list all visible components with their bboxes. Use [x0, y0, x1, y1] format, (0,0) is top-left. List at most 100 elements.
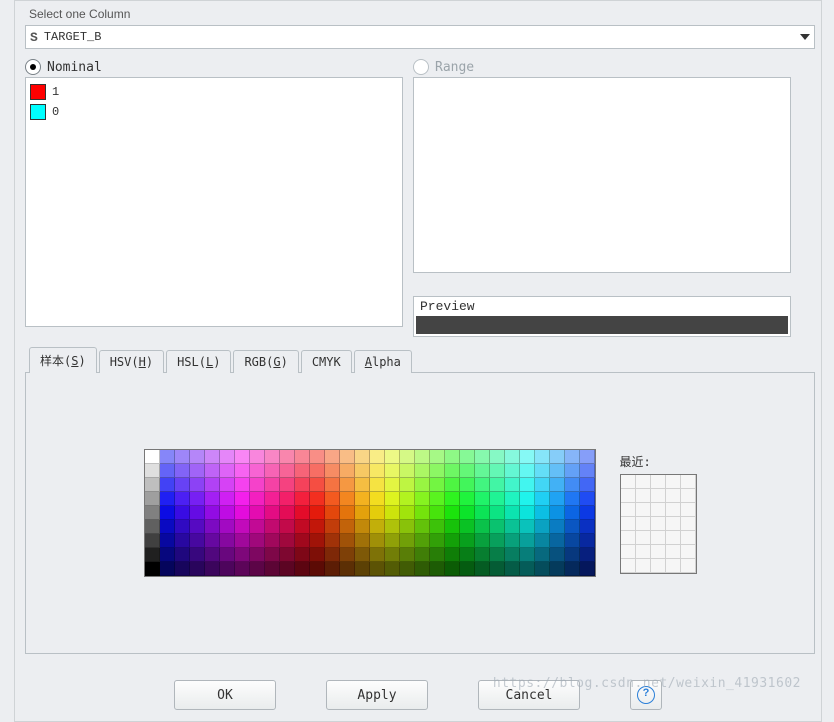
- swatch-cell[interactable]: [325, 562, 340, 576]
- swatch-cell[interactable]: [205, 492, 220, 506]
- swatch-cell[interactable]: [220, 548, 235, 562]
- swatch-cell[interactable]: [250, 534, 265, 548]
- swatch-cell[interactable]: [220, 464, 235, 478]
- swatch-cell[interactable]: [175, 450, 190, 464]
- swatch-cell[interactable]: [400, 534, 415, 548]
- swatch-cell[interactable]: [190, 478, 205, 492]
- swatch-cell[interactable]: [445, 450, 460, 464]
- swatch-cell[interactable]: [265, 478, 280, 492]
- swatch-cell[interactable]: [325, 548, 340, 562]
- swatch-cell[interactable]: [520, 506, 535, 520]
- swatch-cell[interactable]: [415, 492, 430, 506]
- swatch-cell[interactable]: [145, 562, 160, 576]
- swatch-cell[interactable]: [265, 492, 280, 506]
- swatch-cell[interactable]: [340, 478, 355, 492]
- swatch-cell[interactable]: [295, 534, 310, 548]
- swatch-cell[interactable]: [580, 450, 595, 464]
- swatch-cell[interactable]: [145, 464, 160, 478]
- swatch-cell[interactable]: [385, 506, 400, 520]
- swatch-cell[interactable]: [475, 450, 490, 464]
- swatch-cell[interactable]: [190, 534, 205, 548]
- recent-cell[interactable]: [666, 545, 681, 559]
- cancel-button[interactable]: Cancel: [478, 680, 580, 710]
- swatch-cell[interactable]: [460, 562, 475, 576]
- swatch-cell[interactable]: [400, 562, 415, 576]
- swatch-cell[interactable]: [565, 478, 580, 492]
- swatch-cell[interactable]: [385, 464, 400, 478]
- swatch-cell[interactable]: [415, 534, 430, 548]
- swatch-cell[interactable]: [280, 464, 295, 478]
- recent-cell[interactable]: [681, 517, 696, 531]
- tab-alpha[interactable]: Alpha: [354, 350, 412, 373]
- swatch-cell[interactable]: [385, 478, 400, 492]
- swatch-grid[interactable]: [144, 449, 596, 577]
- swatch-cell[interactable]: [490, 534, 505, 548]
- value-list[interactable]: 1 0: [25, 77, 403, 327]
- swatch-cell[interactable]: [220, 534, 235, 548]
- swatch-cell[interactable]: [280, 450, 295, 464]
- swatch-cell[interactable]: [460, 534, 475, 548]
- list-item[interactable]: 1: [30, 82, 398, 102]
- swatch-cell[interactable]: [355, 534, 370, 548]
- swatch-cell[interactable]: [205, 478, 220, 492]
- swatch-cell[interactable]: [295, 548, 310, 562]
- recent-cell[interactable]: [621, 545, 636, 559]
- swatch-cell[interactable]: [205, 534, 220, 548]
- swatch-cell[interactable]: [190, 548, 205, 562]
- swatch-cell[interactable]: [490, 492, 505, 506]
- swatch-cell[interactable]: [295, 478, 310, 492]
- swatch-cell[interactable]: [235, 478, 250, 492]
- swatch-cell[interactable]: [475, 478, 490, 492]
- swatch-cell[interactable]: [445, 534, 460, 548]
- swatch-cell[interactable]: [475, 520, 490, 534]
- swatch-cell[interactable]: [520, 534, 535, 548]
- swatch-cell[interactable]: [340, 548, 355, 562]
- swatch-cell[interactable]: [355, 464, 370, 478]
- swatch-cell[interactable]: [535, 548, 550, 562]
- swatch-cell[interactable]: [265, 520, 280, 534]
- swatch-cell[interactable]: [325, 534, 340, 548]
- swatch-cell[interactable]: [235, 492, 250, 506]
- swatch-cell[interactable]: [370, 548, 385, 562]
- recent-cell[interactable]: [681, 475, 696, 489]
- swatch-cell[interactable]: [220, 520, 235, 534]
- swatch-cell[interactable]: [415, 520, 430, 534]
- swatch-cell[interactable]: [205, 562, 220, 576]
- swatch-cell[interactable]: [370, 450, 385, 464]
- swatch-cell[interactable]: [145, 450, 160, 464]
- recent-cell[interactable]: [651, 559, 666, 573]
- swatch-cell[interactable]: [430, 562, 445, 576]
- swatch-cell[interactable]: [340, 492, 355, 506]
- swatch-cell[interactable]: [370, 534, 385, 548]
- swatch-cell[interactable]: [370, 478, 385, 492]
- swatch-cell[interactable]: [265, 534, 280, 548]
- swatch-cell[interactable]: [235, 464, 250, 478]
- recent-cell[interactable]: [681, 503, 696, 517]
- swatch-cell[interactable]: [250, 464, 265, 478]
- swatch-cell[interactable]: [235, 562, 250, 576]
- swatch-cell[interactable]: [445, 548, 460, 562]
- swatch-cell[interactable]: [520, 562, 535, 576]
- swatch-cell[interactable]: [415, 562, 430, 576]
- swatch-cell[interactable]: [145, 492, 160, 506]
- swatch-cell[interactable]: [520, 450, 535, 464]
- recent-cell[interactable]: [666, 517, 681, 531]
- swatch-cell[interactable]: [505, 464, 520, 478]
- swatch-cell[interactable]: [475, 534, 490, 548]
- recent-cell[interactable]: [666, 531, 681, 545]
- swatch-cell[interactable]: [340, 562, 355, 576]
- recent-cell[interactable]: [681, 489, 696, 503]
- nominal-radio[interactable]: [25, 59, 41, 75]
- swatch-cell[interactable]: [325, 478, 340, 492]
- swatch-cell[interactable]: [370, 562, 385, 576]
- swatch-cell[interactable]: [250, 506, 265, 520]
- swatch-cell[interactable]: [340, 506, 355, 520]
- swatch-cell[interactable]: [175, 534, 190, 548]
- swatch-cell[interactable]: [460, 478, 475, 492]
- swatch-cell[interactable]: [565, 562, 580, 576]
- swatch-cell[interactable]: [325, 464, 340, 478]
- swatch-cell[interactable]: [535, 506, 550, 520]
- swatch-cell[interactable]: [205, 548, 220, 562]
- swatch-cell[interactable]: [235, 520, 250, 534]
- swatch-cell[interactable]: [430, 548, 445, 562]
